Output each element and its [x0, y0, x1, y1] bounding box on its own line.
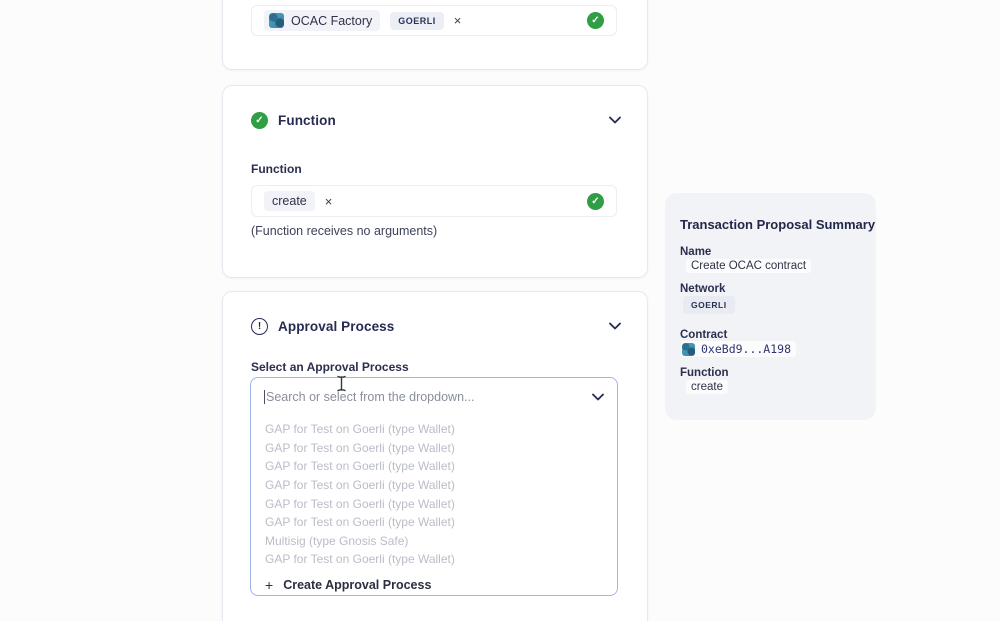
- approval-option[interactable]: GAP for Test on Goerli (type Wallet): [251, 494, 617, 513]
- search-placeholder: Search or select from the dropdown...: [266, 390, 474, 404]
- summary-function-label: Function: [680, 367, 729, 379]
- approval-option[interactable]: GAP for Test on Goerli (type Wallet): [251, 513, 617, 532]
- ibeam-cursor: [336, 375, 347, 392]
- approval-options-list: GAP for Test on Goerli (type Wallet)GAP …: [251, 416, 617, 569]
- section-incomplete-icon: !: [251, 318, 268, 335]
- summary-function-value: create: [686, 380, 728, 394]
- summary-contract-label: Contract: [680, 329, 727, 341]
- valid-check-icon: ✓: [587, 12, 604, 29]
- valid-check-icon: ✓: [587, 193, 604, 210]
- function-card: ✓ Function Function create × ✓ (Function…: [222, 85, 648, 278]
- remove-contract-icon[interactable]: ×: [454, 14, 462, 27]
- function-input[interactable]: create × ✓: [251, 185, 617, 217]
- summary-name-label: Name: [680, 246, 711, 258]
- contract-identicon-icon: [269, 13, 284, 28]
- chevron-down-icon[interactable]: [609, 116, 621, 124]
- approval-option[interactable]: GAP for Test on Goerli (type Wallet): [251, 550, 617, 569]
- network-badge: GOERLI: [390, 12, 444, 30]
- summary-name-value: Create OCAC contract: [686, 259, 811, 273]
- summary-contract-row: 0xeBd9...A198: [681, 341, 796, 357]
- function-chip[interactable]: create: [264, 191, 315, 211]
- chevron-down-icon[interactable]: [609, 322, 621, 330]
- create-approval-process-label: Create Approval Process: [283, 578, 431, 592]
- contract-input[interactable]: OCAC Factory GOERLI × ✓: [251, 5, 617, 36]
- summary-contract-address: 0xeBd9...A198: [701, 342, 791, 356]
- contract-identicon-icon: [682, 343, 695, 356]
- chevron-down-icon[interactable]: [592, 393, 604, 401]
- approval-card-header[interactable]: ! Approval Process: [251, 316, 621, 336]
- contract-card: OCAC Factory GOERLI × ✓: [222, 0, 648, 70]
- summary-title: Transaction Proposal Summary: [680, 217, 875, 232]
- function-card-header[interactable]: ✓ Function: [251, 110, 621, 130]
- remove-function-icon[interactable]: ×: [325, 195, 333, 208]
- function-chip-label: create: [272, 194, 307, 208]
- plus-icon: +: [265, 577, 273, 593]
- approval-option[interactable]: GAP for Test on Goerli (type Wallet): [251, 439, 617, 458]
- approval-option[interactable]: Multisig (type Gnosis Safe): [251, 532, 617, 551]
- no-arguments-note: (Function receives no arguments): [251, 224, 437, 238]
- summary-network-badge: GOERLI: [683, 296, 735, 314]
- create-approval-process-button[interactable]: + Create Approval Process: [251, 577, 617, 593]
- contract-chip[interactable]: OCAC Factory: [264, 10, 380, 31]
- contract-chip-label: OCAC Factory: [291, 14, 372, 28]
- section-title: Function: [278, 113, 336, 128]
- approval-option[interactable]: GAP for Test on Goerli (type Wallet): [251, 476, 617, 495]
- approval-option[interactable]: GAP for Test on Goerli (type Wallet): [251, 420, 617, 439]
- section-title: Approval Process: [278, 319, 394, 334]
- approval-process-dropdown[interactable]: Search or select from the dropdown... GA…: [250, 377, 618, 596]
- transaction-proposal-summary: Transaction Proposal Summary Name Create…: [665, 193, 876, 420]
- approval-search-input[interactable]: Search or select from the dropdown...: [251, 378, 617, 416]
- approval-option[interactable]: GAP for Test on Goerli (type Wallet): [251, 457, 617, 476]
- summary-network-label: Network: [680, 283, 725, 295]
- page: OCAC Factory GOERLI × ✓ ✓ Function Funct…: [0, 0, 1000, 612]
- approval-card: ! Approval Process Select an Approval Pr…: [222, 291, 648, 621]
- approval-field-label: Select an Approval Process: [251, 360, 409, 374]
- function-field-label: Function: [251, 162, 302, 176]
- section-complete-icon: ✓: [251, 112, 268, 129]
- text-caret: [264, 390, 265, 404]
